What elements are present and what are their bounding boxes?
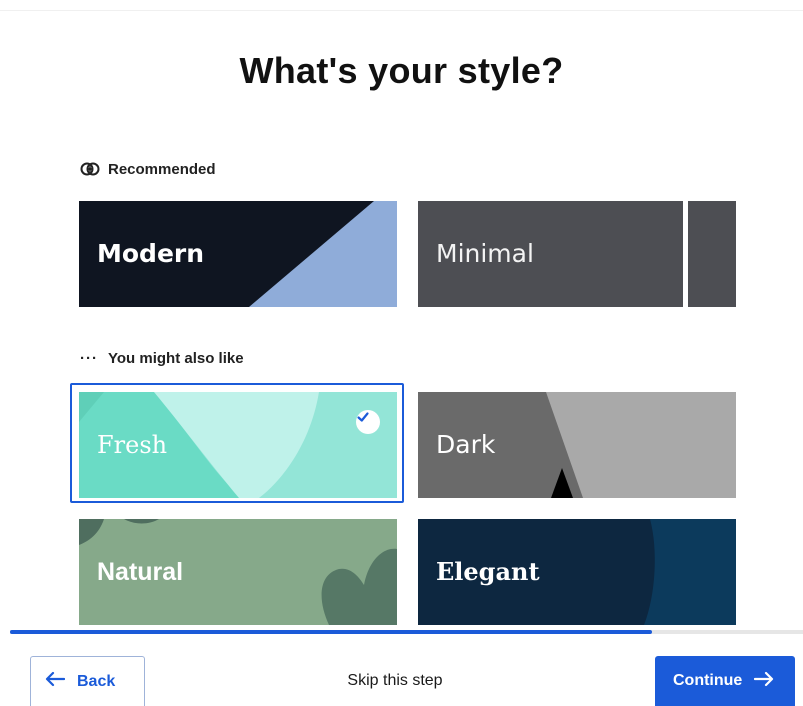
continue-button[interactable]: Continue: [655, 656, 795, 706]
arrow-left-icon: [45, 671, 66, 692]
progress-bar-fill: [10, 630, 653, 634]
recommended-section-label: Recommended: [80, 159, 216, 179]
style-card-label: Elegant: [436, 557, 540, 586]
ellipsis-icon: ···: [80, 350, 98, 367]
continue-label: Continue: [673, 672, 743, 689]
top-divider: [0, 10, 803, 11]
back-label: Back: [77, 672, 116, 690]
style-card-dark[interactable]: Dark: [418, 392, 736, 498]
style-card-label: Minimal: [436, 239, 534, 268]
back-button[interactable]: Back: [30, 656, 145, 706]
style-card-natural[interactable]: Natural: [79, 519, 397, 625]
style-card-modern[interactable]: Modern: [79, 201, 397, 307]
style-card-label: Fresh: [97, 431, 168, 459]
style-card-label: Dark: [436, 430, 496, 459]
progress-bar: [10, 630, 803, 634]
style-card-minimal[interactable]: Minimal: [418, 201, 736, 307]
style-card-label: Natural: [97, 558, 184, 586]
recommended-label: Recommended: [108, 160, 216, 178]
style-card-label: Modern: [97, 239, 205, 268]
skip-step-link[interactable]: Skip this step: [295, 672, 495, 690]
sparkle-badge-icon: [80, 159, 100, 179]
checkmark-icon: [356, 410, 380, 434]
arrow-right-icon: [754, 671, 774, 692]
also-like-section-label: ··· You might also like: [80, 350, 244, 367]
style-card-elegant[interactable]: Elegant: [418, 519, 736, 625]
page-title: What's your style?: [239, 50, 564, 91]
also-like-label: You might also like: [108, 350, 244, 367]
style-card-fresh[interactable]: Fresh: [79, 392, 397, 498]
